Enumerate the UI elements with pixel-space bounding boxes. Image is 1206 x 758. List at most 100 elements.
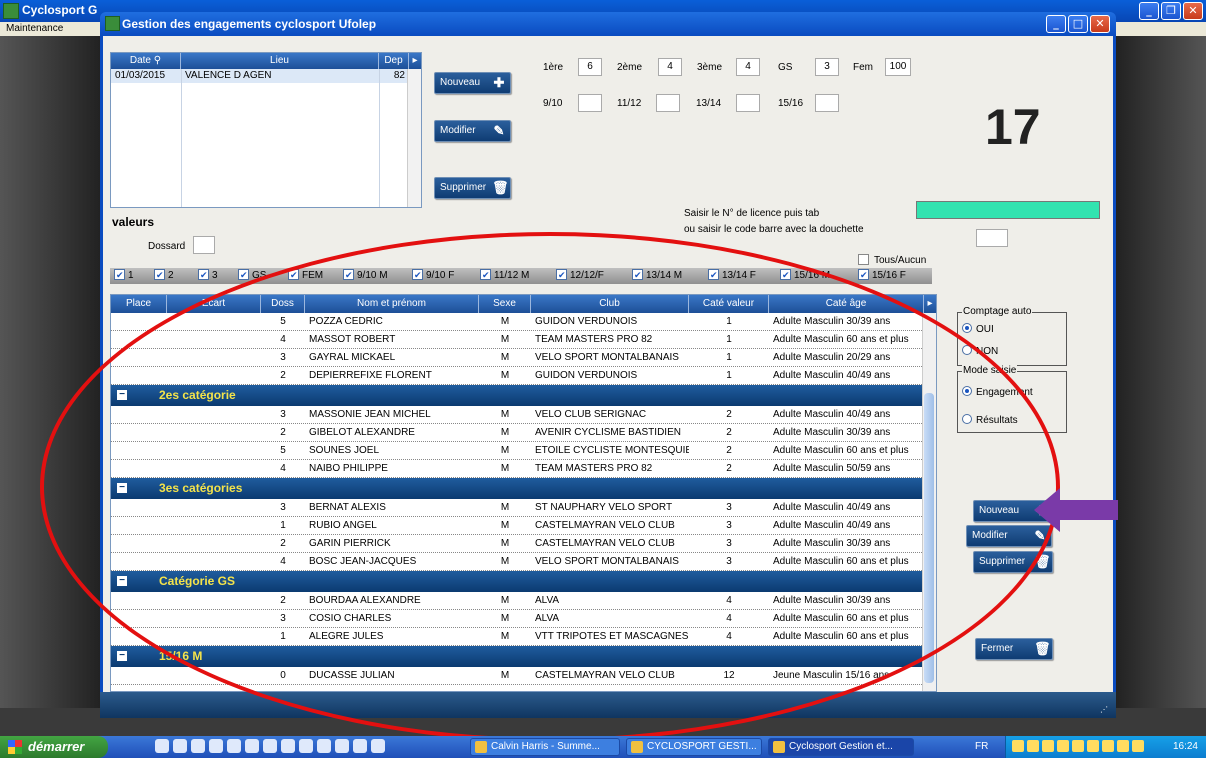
tray-icon[interactable] — [1102, 740, 1114, 752]
quick-launch-icon[interactable] — [245, 739, 259, 753]
filter-3[interactable]: 3 — [198, 268, 218, 283]
mode-engagement-radio[interactable]: Engagement — [962, 386, 1033, 398]
start-button[interactable]: démarrer — [0, 736, 108, 758]
tray-icon[interactable] — [1042, 740, 1054, 752]
collapse-icon[interactable]: − — [117, 576, 127, 586]
table-row[interactable]: 2 DEPIERREFIXE FLORENT M GUIDON VERDUNOIS 1 A… — [111, 367, 936, 385]
col-doss[interactable]: Doss — [261, 295, 305, 313]
filter-gs[interactable]: GS — [238, 268, 266, 283]
tray-icon[interactable] — [1132, 740, 1144, 752]
col-cat-valeur[interactable]: Caté valeur — [689, 295, 769, 313]
filter-12-12-f[interactable]: 12/12/F — [556, 268, 604, 283]
group-header[interactable]: − 15/16 M — [111, 646, 936, 667]
table-row[interactable]: 4 NAIBO PHILIPPE M TEAM MASTERS PRO 82 2 Adul… — [111, 460, 936, 478]
count-3eme-field[interactable]: 4 — [736, 58, 760, 76]
minimize-button[interactable]: _ — [1139, 2, 1159, 20]
count-9-10-field[interactable] — [578, 94, 602, 112]
table-row[interactable]: 4 MASSOT ROBERT M TEAM MASTERS PRO 82 1 Adult… — [111, 331, 936, 349]
dialog-close-button[interactable]: ✕ — [1090, 15, 1110, 33]
filter-11-12-m[interactable]: 11/12 M — [480, 268, 529, 283]
tray-icon[interactable] — [1072, 740, 1084, 752]
close-window-button[interactable]: ✕ — [1183, 2, 1203, 20]
col-date[interactable]: Date ⚲ — [111, 53, 181, 69]
table-row[interactable]: 5 SOUNES JOEL M ETOILE CYCLISTE MONTESQUIEU… — [111, 442, 936, 460]
edit-entry-button[interactable]: Modifier ✎ — [966, 525, 1052, 547]
count-1ere-field[interactable]: 6 — [578, 58, 602, 76]
filter-13-14-f[interactable]: 13/14 F — [708, 268, 756, 283]
quick-launch-icon[interactable] — [173, 739, 187, 753]
table-row[interactable]: 1 ALEGRE JULES M VTT TRIPOTES ET MASCAGNES 4… — [111, 628, 936, 646]
license-secondary-input[interactable] — [976, 229, 1008, 247]
tray-icon[interactable] — [1117, 740, 1129, 752]
table-row[interactable]: 5 POZZA CEDRIC M GUIDON VERDUNOIS 1 Adulte Ma… — [111, 313, 936, 331]
col-dep[interactable]: Dep — [379, 53, 409, 69]
quick-launch-icon[interactable] — [155, 739, 169, 753]
table-row[interactable]: 1 RUBIO ANGEL M CASTELMAYRAN VELO CLUB 3 Adul… — [111, 517, 936, 535]
group-header[interactable]: − 2es catégorie — [111, 385, 936, 406]
tous-aucun-checkbox[interactable] — [858, 254, 869, 265]
collapse-icon[interactable]: − — [117, 390, 127, 400]
group-header[interactable]: − 3es catégories — [111, 478, 936, 499]
task-music[interactable]: Calvin Harris - Summe... — [470, 738, 620, 756]
resize-grip-icon[interactable]: ⋰ — [1100, 705, 1108, 714]
language-indicator[interactable]: FR — [975, 736, 988, 758]
count-13-14-field[interactable] — [736, 94, 760, 112]
quick-launch-icon[interactable] — [209, 739, 223, 753]
table-row[interactable]: 3 BERNAT ALEXIS M ST NAUPHARY VELO SPORT 3 Ad… — [111, 499, 936, 517]
col-ecart[interactable]: Ecart — [167, 295, 261, 313]
dialog-minimize-button[interactable]: _ — [1046, 15, 1066, 33]
quick-launch-icon[interactable] — [335, 739, 349, 753]
tray-icon[interactable] — [1057, 740, 1069, 752]
filter-2[interactable]: 2 — [154, 268, 174, 283]
col-place[interactable]: Place — [111, 295, 167, 313]
chevron-right-icon[interactable]: ▸ — [924, 295, 936, 313]
filter-15-16-f[interactable]: 15/16 F — [858, 268, 906, 283]
grid-scrollbar[interactable] — [922, 313, 936, 691]
table-row[interactable]: 2 BOURDAA ALEXANDRE M ALVA 4 Adulte Masculin … — [111, 592, 936, 610]
count-2eme-field[interactable]: 4 — [658, 58, 682, 76]
filter-15-16-m[interactable]: 15/16 M — [780, 268, 830, 283]
table-row[interactable]: 2 GARIN PIERRICK M CASTELMAYRAN VELO CLUB 3 A… — [111, 535, 936, 553]
menu-maintenance[interactable]: Maintenance — [6, 22, 63, 36]
col-sexe[interactable]: Sexe — [479, 295, 531, 313]
count-fem-field[interactable]: 100 — [885, 58, 911, 76]
quick-launch-icon[interactable] — [281, 739, 295, 753]
tray-icon[interactable] — [1012, 740, 1024, 752]
filter-9-10-f[interactable]: 9/10 F — [412, 268, 454, 283]
mode-resultats-radio[interactable]: Résultats — [962, 414, 1018, 426]
license-barcode-input[interactable] — [916, 201, 1100, 219]
edit-event-button[interactable]: Modifier ✎ — [434, 120, 511, 142]
dialog-maximize-button[interactable]: □ — [1068, 15, 1088, 33]
search-icon[interactable]: ⚲ — [154, 55, 161, 66]
task-cyclosport-doc[interactable]: CYCLOSPORT GESTI... — [626, 738, 762, 756]
quick-launch-icon[interactable] — [317, 739, 331, 753]
count-11-12-field[interactable] — [656, 94, 680, 112]
col-club[interactable]: Club — [531, 295, 689, 313]
tray-icon[interactable] — [1027, 740, 1039, 752]
restore-button[interactable]: ❐ — [1161, 2, 1181, 20]
tray-icon[interactable] — [1087, 740, 1099, 752]
table-row[interactable]: 3 MASSONIE JEAN MICHEL M VELO CLUB SERIGNAC… — [111, 406, 936, 424]
count-15-16-field[interactable] — [815, 94, 839, 112]
dossard-input[interactable] — [193, 236, 215, 254]
collapse-icon[interactable]: − — [117, 651, 127, 661]
filter-fem[interactable]: FEM — [288, 268, 323, 283]
comptage-non-radio[interactable]: NON — [962, 345, 998, 357]
quick-launch-icon[interactable] — [371, 739, 385, 753]
table-row[interactable]: 3 GAYRAL MICKAEL M VELO SPORT MONTALBANAIS 1… — [111, 349, 936, 367]
quick-launch-icon[interactable] — [191, 739, 205, 753]
table-row[interactable]: 3 COSIO CHARLES M ALVA 4 Adulte Masculin 60 a… — [111, 610, 936, 628]
table-row[interactable]: 0 DUCASSE JULIAN M CASTELMAYRAN VELO CLUB 12… — [111, 667, 936, 685]
quick-launch-icon[interactable] — [227, 739, 241, 753]
chevron-right-icon[interactable]: ▸ — [409, 53, 421, 69]
comptage-oui-radio[interactable]: OUI — [962, 323, 994, 335]
col-nom[interactable]: Nom et prénom — [305, 295, 479, 313]
delete-event-button[interactable]: Supprimer 🗑 — [434, 177, 511, 199]
close-dialog-button[interactable]: Fermer 🗑 — [975, 638, 1053, 660]
task-cyclosport-app[interactable]: Cyclosport Gestion et... — [768, 738, 914, 756]
count-gs-field[interactable]: 3 — [815, 58, 839, 76]
quick-launch-icon[interactable] — [299, 739, 313, 753]
events-row[interactable]: 01/03/2015 VALENCE D AGEN 82 — [111, 69, 421, 83]
group-header[interactable]: − Catégorie GS — [111, 571, 936, 592]
col-lieu[interactable]: Lieu — [181, 53, 379, 69]
